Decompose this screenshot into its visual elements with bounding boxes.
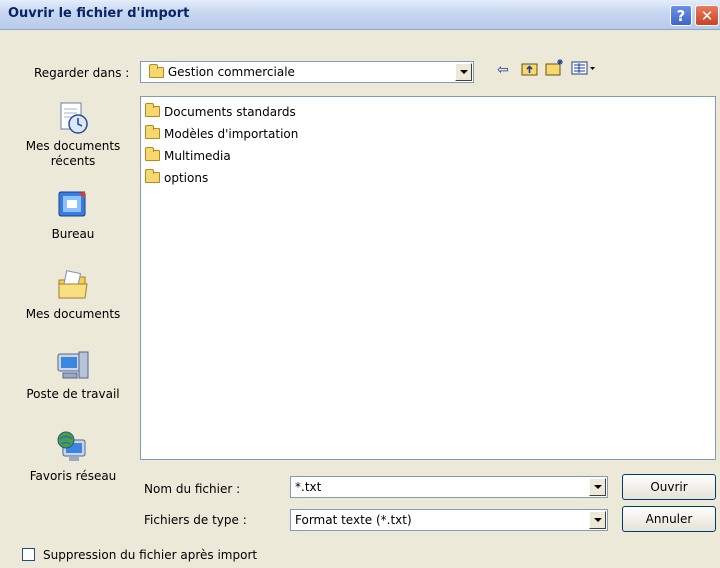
folder-icon (149, 64, 164, 78)
close-button[interactable]: ✕ (695, 5, 719, 26)
place-desktop[interactable]: Bureau (18, 188, 128, 242)
back-arrow-icon[interactable]: ⇦ (497, 62, 509, 78)
close-icon: ✕ (700, 6, 714, 25)
folder-icon (145, 169, 160, 183)
window-title: Ouvrir le fichier d'import (8, 6, 190, 21)
look-in-label: Regarder dans : (34, 66, 130, 80)
desktop-icon (55, 188, 91, 224)
folder-icon (145, 103, 160, 117)
delete-after-import-label: Suppression du fichier après import (43, 548, 258, 562)
list-item[interactable]: Documents standards (145, 103, 296, 119)
place-recent-documents[interactable]: Mes documents récents (18, 100, 128, 169)
folder-icon (145, 125, 160, 139)
my-computer-icon (55, 348, 91, 384)
look-in-combo[interactable]: Gestion commerciale (140, 61, 474, 83)
new-folder-icon[interactable] (545, 58, 565, 80)
recent-documents-icon (55, 100, 91, 136)
place-network-places-label: Favoris réseau (29, 469, 117, 483)
folder-icon (145, 147, 160, 161)
place-recent-documents-label: Mes documents récents (25, 139, 121, 168)
filetype-select[interactable]: Format texte (*.txt) (290, 509, 608, 531)
chevron-down-icon (593, 485, 602, 489)
file-list[interactable]: Documents standards Modèles d'importatio… (140, 96, 716, 460)
help-icon: ? (676, 6, 686, 25)
list-item[interactable]: options (145, 169, 208, 185)
filetype-label: Fichiers de type : (144, 513, 247, 527)
help-button[interactable]: ? (670, 5, 692, 26)
place-my-documents-label: Mes documents (25, 307, 121, 321)
list-item[interactable]: Modèles d'importation (145, 125, 298, 141)
place-my-documents[interactable]: Mes documents (18, 268, 128, 322)
look-in-dropdown-arrow[interactable] (455, 63, 472, 81)
filename-value: *.txt (295, 480, 322, 494)
filetype-dropdown-arrow[interactable] (589, 511, 606, 529)
filename-dropdown-arrow[interactable] (589, 478, 606, 496)
filename-field[interactable]: *.txt (290, 476, 608, 498)
delete-after-import-checkbox[interactable] (22, 548, 35, 561)
up-folder-icon[interactable] (521, 60, 539, 80)
chevron-down-icon (593, 518, 602, 522)
place-desktop-label: Bureau (51, 227, 95, 241)
place-network-places[interactable]: Favoris réseau (18, 430, 128, 484)
view-menu-icon[interactable] (571, 60, 597, 80)
place-my-computer[interactable]: Poste de travail (18, 348, 128, 402)
cancel-button[interactable]: Annuler (622, 506, 716, 532)
list-item[interactable]: Multimedia (145, 147, 231, 163)
look-in-value: Gestion commerciale (167, 65, 295, 79)
place-my-computer-label: Poste de travail (26, 387, 120, 401)
open-button[interactable]: Ouvrir (622, 474, 716, 500)
network-places-icon (55, 430, 91, 466)
my-documents-icon (55, 268, 91, 304)
title-bar: Ouvrir le fichier d'import ? ✕ (0, 0, 720, 30)
chevron-down-icon (459, 70, 468, 74)
filetype-value: Format texte (*.txt) (295, 513, 412, 527)
filename-label: Nom du fichier : (144, 482, 241, 496)
